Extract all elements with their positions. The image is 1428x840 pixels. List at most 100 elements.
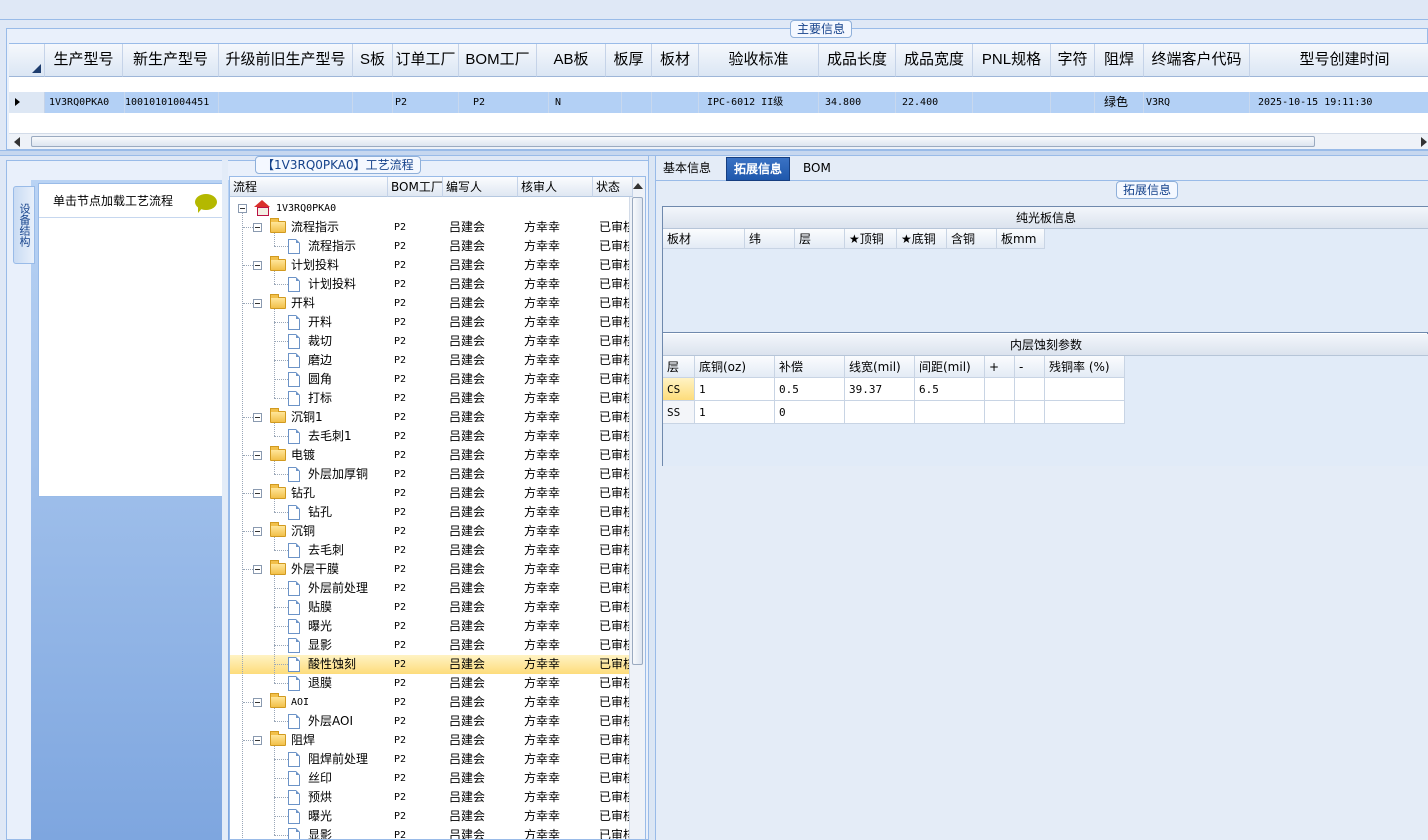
right-vertical-splitter[interactable] — [648, 156, 656, 840]
tree-column-header[interactable]: 编写人 — [443, 177, 518, 197]
etch-cell[interactable]: 6.5 — [915, 378, 985, 401]
column-header[interactable]: 阻焊 — [1095, 44, 1144, 77]
etch-cell[interactable]: 1 — [695, 401, 775, 424]
tree-node-row[interactable]: 丝印 P2 吕建会 方幸幸 已审核 — [230, 769, 633, 788]
tree-node-row[interactable]: 流程指示 P2 吕建会 方幸幸 已审核 — [230, 237, 633, 256]
grid-cell[interactable]: 34.800 — [819, 92, 896, 113]
tree-node-row[interactable]: 钻孔 P2 吕建会 方幸幸 已审核 — [230, 484, 633, 503]
tree-node-row[interactable]: 阻焊 P2 吕建会 方幸幸 已审核 — [230, 731, 633, 750]
collapse-icon[interactable] — [253, 565, 262, 574]
column-header[interactable]: 型号创建时间 — [1250, 44, 1428, 77]
column-header[interactable]: PNL规格 — [973, 44, 1051, 77]
tree-node-row[interactable]: 钻孔 P2 吕建会 方幸幸 已审核 — [230, 503, 633, 522]
tree-node-row[interactable]: AOI P2 吕建会 方幸幸 已审核 — [230, 693, 633, 712]
tree-column-header[interactable]: 核审人 — [518, 177, 593, 197]
column-header[interactable]: AB板 — [537, 44, 606, 77]
tree-node-row[interactable]: 计划投料 P2 吕建会 方幸幸 已审核 — [230, 275, 633, 294]
tree-node-row[interactable]: 显影 P2 吕建会 方幸幸 已审核 — [230, 826, 633, 839]
etch-cell[interactable] — [1045, 401, 1125, 424]
grid-cell[interactable]: 1V3RQ0PKA0 — [47, 92, 125, 113]
tree-vscrollbar[interactable] — [629, 177, 645, 839]
tree-node-row[interactable]: 预烘 P2 吕建会 方幸幸 已审核 — [230, 788, 633, 807]
column-header[interactable]: 订单工厂 — [393, 44, 459, 77]
laminate-column-header[interactable]: 板材 — [663, 229, 745, 249]
tree-root-row[interactable]: 1V3RQ0PKA0 — [230, 199, 630, 218]
tree-node-row[interactable]: 退膜 P2 吕建会 方幸幸 已审核 — [230, 674, 633, 693]
scroll-up-icon[interactable] — [633, 183, 643, 189]
etch-column-header[interactable]: 线宽(mil) — [845, 356, 915, 378]
etch-cell[interactable] — [915, 401, 985, 424]
tab-bom[interactable]: BOM — [796, 157, 838, 181]
collapse-icon[interactable] — [253, 698, 262, 707]
tab-extended-info[interactable]: 拓展信息 — [726, 157, 791, 181]
column-header[interactable]: 成品长度 — [819, 44, 896, 77]
grid-cell[interactable]: 2025-10-15 19:11:30 — [1250, 92, 1428, 113]
collapse-icon[interactable] — [253, 489, 262, 498]
grid-cell[interactable]: 10010101004451 — [123, 92, 219, 113]
grid-cell[interactable]: P2 — [393, 92, 459, 113]
tree-scroll-thumb[interactable] — [632, 197, 643, 665]
grid-cell[interactable] — [652, 92, 699, 113]
etch-column-header[interactable]: 残铜率 (%) — [1045, 356, 1125, 378]
laminate-column-header[interactable]: 含铜 — [947, 229, 997, 249]
collapse-icon[interactable] — [253, 413, 262, 422]
etch-cell[interactable]: SS — [663, 401, 695, 424]
grid-cell[interactable]: IPC-6012 II级 — [699, 92, 819, 113]
column-header[interactable]: 升级前旧生产型号 — [219, 44, 353, 77]
laminate-column-header[interactable]: 层 — [795, 229, 845, 249]
tree-column-header[interactable]: 流程 — [230, 177, 388, 197]
collapse-icon[interactable] — [238, 204, 247, 213]
grid-cell[interactable] — [219, 92, 353, 113]
tree-node-row[interactable]: 外层前处理 P2 吕建会 方幸幸 已审核 — [230, 579, 633, 598]
tree-node-row[interactable]: 计划投料 P2 吕建会 方幸幸 已审核 — [230, 256, 633, 275]
tree-node-row[interactable]: 阻焊前处理 P2 吕建会 方幸幸 已审核 — [230, 750, 633, 769]
etch-cell[interactable]: CS — [663, 378, 695, 401]
tree-node-row[interactable]: 贴膜 P2 吕建会 方幸幸 已审核 — [230, 598, 633, 617]
collapse-icon[interactable] — [253, 261, 262, 270]
tree-node-row[interactable]: 流程指示 P2 吕建会 方幸幸 已审核 — [230, 218, 633, 237]
etch-cell[interactable]: 0 — [775, 401, 845, 424]
collapse-icon[interactable] — [253, 736, 262, 745]
column-header[interactable]: 字符 — [1051, 44, 1095, 77]
etch-cell[interactable]: 0.5 — [775, 378, 845, 401]
grid-cell[interactable]: P2 — [471, 92, 549, 113]
scroll-thumb[interactable] — [31, 136, 1315, 147]
main-grid-hscrollbar[interactable] — [9, 133, 1428, 149]
column-header[interactable]: 成品宽度 — [896, 44, 973, 77]
laminate-column-header[interactable]: 纬 — [745, 229, 795, 249]
etch-cell[interactable]: 1 — [695, 378, 775, 401]
etch-cell[interactable] — [985, 378, 1015, 401]
tree-node-row[interactable]: 开料 P2 吕建会 方幸幸 已审核 — [230, 313, 633, 332]
etch-column-header[interactable]: 底铜(oz) — [695, 356, 775, 378]
etch-cell[interactable]: 39.37 — [845, 378, 915, 401]
scroll-left-icon[interactable] — [14, 137, 20, 147]
tree-column-header[interactable]: 状态 — [593, 177, 633, 197]
grid-corner[interactable] — [9, 44, 45, 77]
column-header[interactable]: S板 — [353, 44, 393, 77]
grid-cell[interactable]: 22.400 — [896, 92, 973, 113]
tree-node-row[interactable]: 打标 P2 吕建会 方幸幸 已审核 — [230, 389, 633, 408]
tree-node-row[interactable]: 沉铜 P2 吕建会 方幸幸 已审核 — [230, 522, 633, 541]
tree-node-row[interactable]: 曝光 P2 吕建会 方幸幸 已审核 — [230, 807, 633, 826]
tree-node-row[interactable]: 显影 P2 吕建会 方幸幸 已审核 — [230, 636, 633, 655]
grid-cell[interactable] — [973, 92, 1051, 113]
tree-node-row[interactable]: 开料 P2 吕建会 方幸幸 已审核 — [230, 294, 633, 313]
tree-node-row[interactable]: 裁切 P2 吕建会 方幸幸 已审核 — [230, 332, 633, 351]
tree-node-row[interactable]: 去毛刺 P2 吕建会 方幸幸 已审核 — [230, 541, 633, 560]
tree-node-row[interactable]: 外层加厚铜 P2 吕建会 方幸幸 已审核 — [230, 465, 633, 484]
column-header[interactable]: BOM工厂 — [459, 44, 537, 77]
collapse-icon[interactable] — [253, 223, 262, 232]
grid-cell[interactable] — [1051, 92, 1095, 113]
tree-node-row[interactable]: 沉铜1 P2 吕建会 方幸幸 已审核 — [230, 408, 633, 427]
etch-column-header[interactable]: 补偿 — [775, 356, 845, 378]
grid-cell[interactable]: 绿色 — [1095, 92, 1144, 113]
etch-cell[interactable] — [1015, 378, 1045, 401]
tree-node-row[interactable]: 曝光 P2 吕建会 方幸幸 已审核 — [230, 617, 633, 636]
etch-cell[interactable] — [1045, 378, 1125, 401]
laminate-column-header[interactable]: ★顶铜 — [845, 229, 897, 249]
etch-cell[interactable] — [985, 401, 1015, 424]
grid-cell[interactable] — [353, 92, 393, 113]
column-header[interactable]: 终端客户代码 — [1144, 44, 1250, 77]
etch-cell[interactable] — [845, 401, 915, 424]
scroll-right-icon[interactable] — [1421, 137, 1427, 147]
